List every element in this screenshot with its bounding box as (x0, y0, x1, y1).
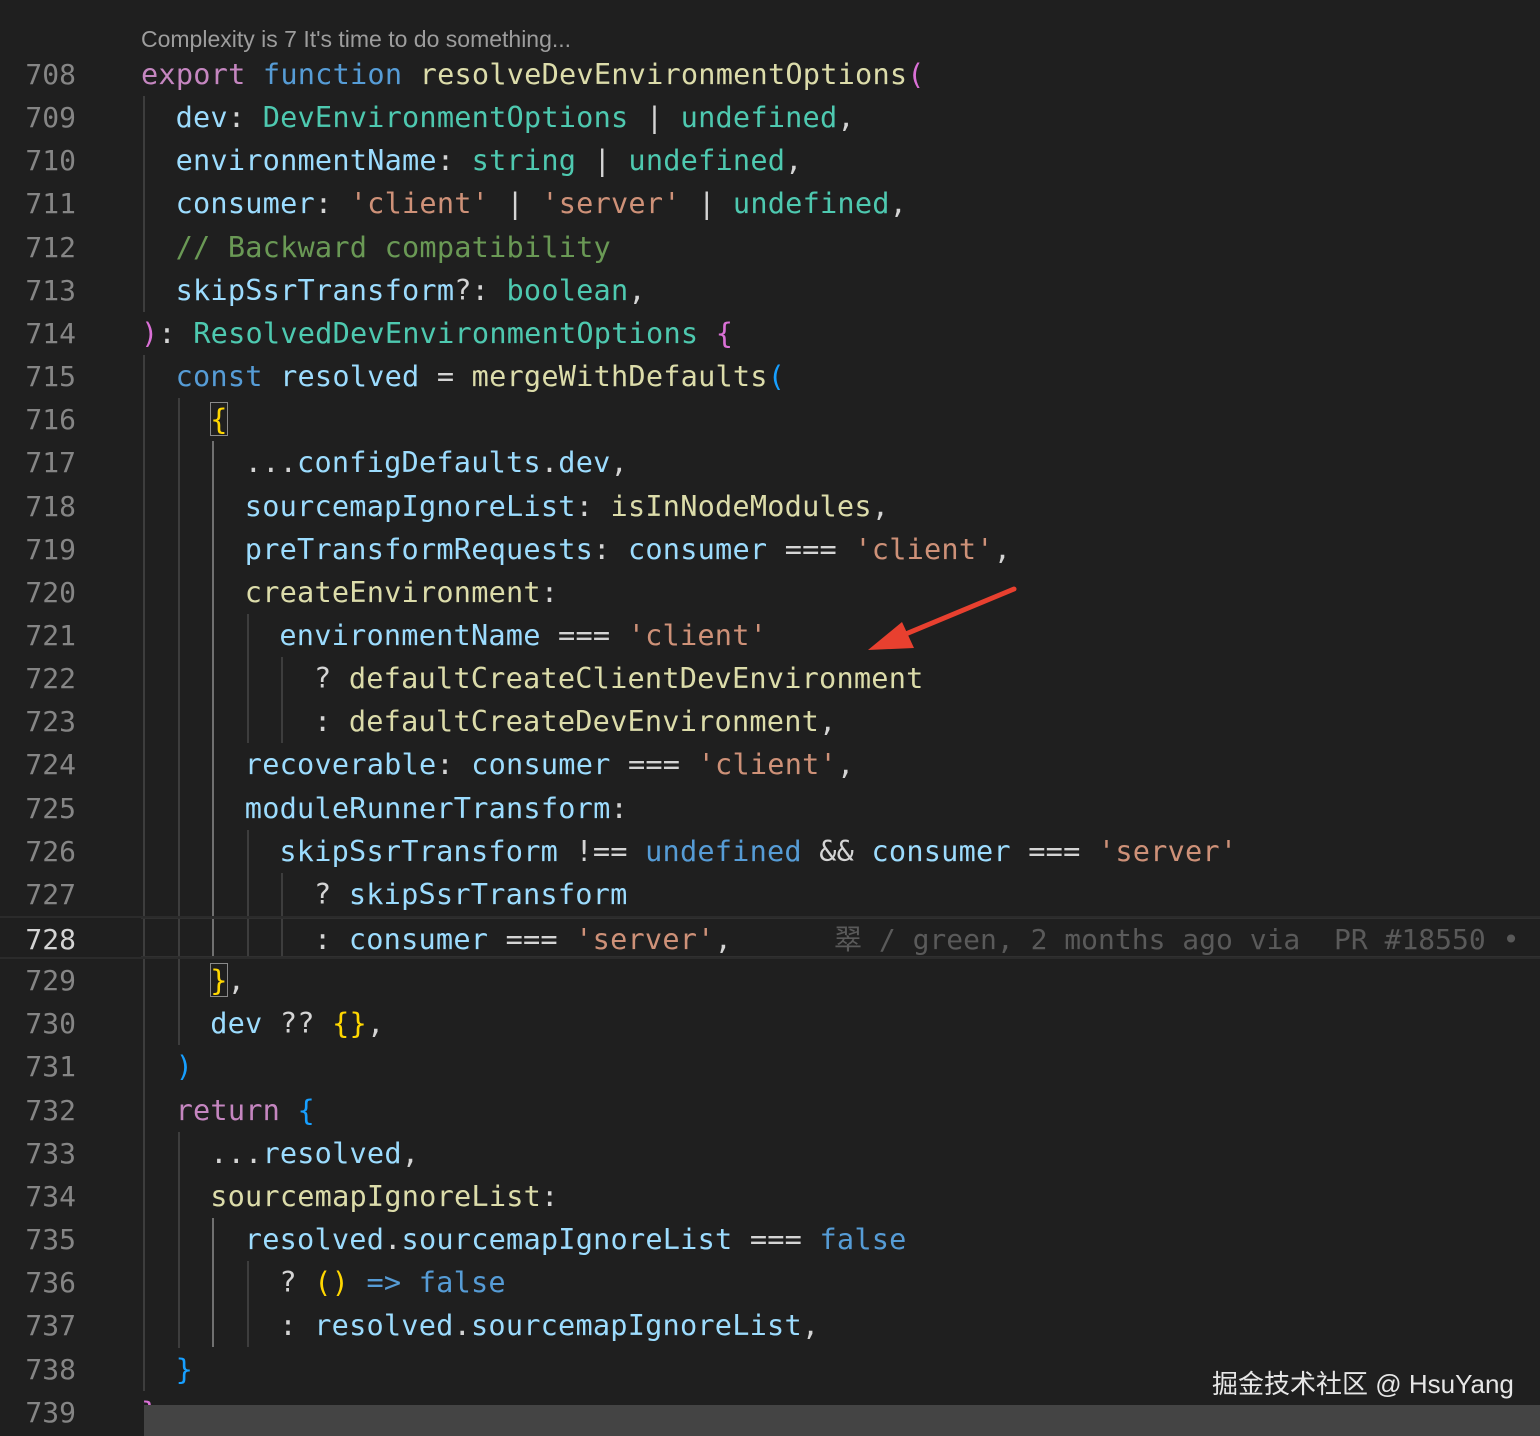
horizontal-scrollbar[interactable] (144, 1405, 1540, 1436)
annotation-arrow (868, 586, 1017, 650)
code-editor[interactable]: Complexity is 7 It's time to do somethin… (0, 0, 1540, 1436)
watermark: 掘金技术社区 @ HsuYang (1212, 1369, 1514, 1399)
